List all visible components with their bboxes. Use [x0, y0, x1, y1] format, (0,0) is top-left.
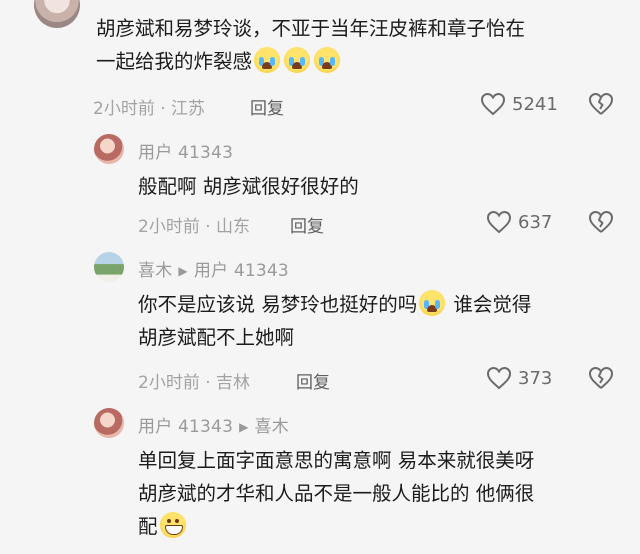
reply-line-text: 配 [138, 515, 158, 538]
reply-button[interactable]: 回复 [296, 368, 330, 393]
author-name: 用户 41343 [138, 143, 234, 163]
heart-outline-icon [480, 92, 506, 116]
reply-meta: 2小时前 · 吉林 [138, 373, 251, 393]
avatar[interactable] [94, 408, 124, 438]
crying-laughing-emoji [314, 47, 341, 73]
crying-laughing-emoji [284, 47, 311, 73]
right-triangle-icon: ▶ [178, 264, 188, 278]
reply-time: 2小时前 [138, 217, 200, 237]
comment-time: 2小时前 [93, 99, 155, 119]
reply-to-name: 喜木 [254, 417, 289, 437]
reply-button[interactable]: 回复 [250, 94, 284, 119]
heart-outline-icon [486, 366, 512, 390]
reply-to-name: 用户 41343 [193, 261, 289, 281]
crying-laughing-emoji [254, 47, 281, 73]
avatar[interactable] [94, 134, 124, 164]
reply-body: 单回复上面字面意思的寓意啊 易本来就很美呀 胡彦斌的才华和人品不是一般人能比的 … [138, 444, 534, 543]
like-button[interactable]: 5241 [480, 92, 558, 116]
comment-body: 胡彦斌和易梦玲谈，不亚于当年汪皮裤和章子怡在 一起给我的炸裂感 [96, 12, 525, 78]
reply-body: 你不是应该说 易梦玲也挺好的吗 谁会觉得 胡彦斌配不上她啊 [138, 288, 531, 354]
grinning-emoji [159, 512, 186, 538]
reply-author[interactable]: 喜木 ▶ 用户 41343 [138, 256, 289, 281]
reply-location: 吉林 [216, 373, 251, 393]
avatar[interactable] [94, 252, 124, 282]
reply-body: 般配啊 胡彦斌很好很好的 [138, 170, 359, 203]
comment-line-2: 一起给我的炸裂感 [96, 45, 525, 78]
like-count: 637 [518, 211, 553, 233]
crying-laughing-emoji [419, 290, 446, 316]
reply-line: 般配啊 胡彦斌很好很好的 [138, 175, 359, 198]
reply-line-1: 你不是应该说 易梦玲也挺好的吗 谁会觉得 [138, 288, 531, 321]
reply-author[interactable]: 用户 41343 ▶ 喜木 [138, 412, 289, 437]
reply-line: 胡彦斌配不上她啊 [138, 326, 295, 349]
right-triangle-icon: ▶ [239, 420, 249, 434]
comment-line: 胡彦斌和易梦玲谈，不亚于当年汪皮裤和章子怡在 [96, 17, 526, 40]
reply-location: 山东 [216, 217, 251, 237]
reply-line-3: 配 [138, 510, 534, 543]
author-name: 用户 41343 [138, 417, 234, 437]
avatar[interactable] [34, 0, 80, 28]
reply-line: 胡彦斌的才华和人品不是一般人能比的 他俩很 [138, 482, 535, 505]
reply-author[interactable]: 用户 41343 [138, 138, 233, 163]
reply-line-text: 谁会觉得 [453, 293, 532, 316]
reply-time: 2小时前 [138, 373, 200, 393]
broken-heart-icon[interactable] [588, 210, 614, 234]
reply-meta: 2小时前 · 山东 [138, 217, 251, 237]
comment-meta: 2小时前 · 江苏 [93, 99, 206, 119]
heart-outline-icon [486, 210, 512, 234]
like-count: 373 [518, 367, 553, 389]
like-count: 5241 [512, 93, 558, 115]
like-button[interactable]: 373 [486, 366, 552, 390]
reply-button[interactable]: 回复 [290, 212, 324, 237]
comment-location: 江苏 [171, 99, 206, 119]
like-button[interactable]: 637 [486, 210, 552, 234]
author-name: 喜木 [138, 261, 173, 281]
reply-line: 单回复上面字面意思的寓意啊 易本来就很美呀 [138, 449, 535, 472]
broken-heart-icon[interactable] [588, 92, 614, 116]
reply-line-text: 你不是应该说 易梦玲也挺好的吗 [138, 293, 418, 316]
comment-line-text: 一起给我的炸裂感 [96, 50, 253, 73]
broken-heart-icon[interactable] [588, 366, 614, 390]
